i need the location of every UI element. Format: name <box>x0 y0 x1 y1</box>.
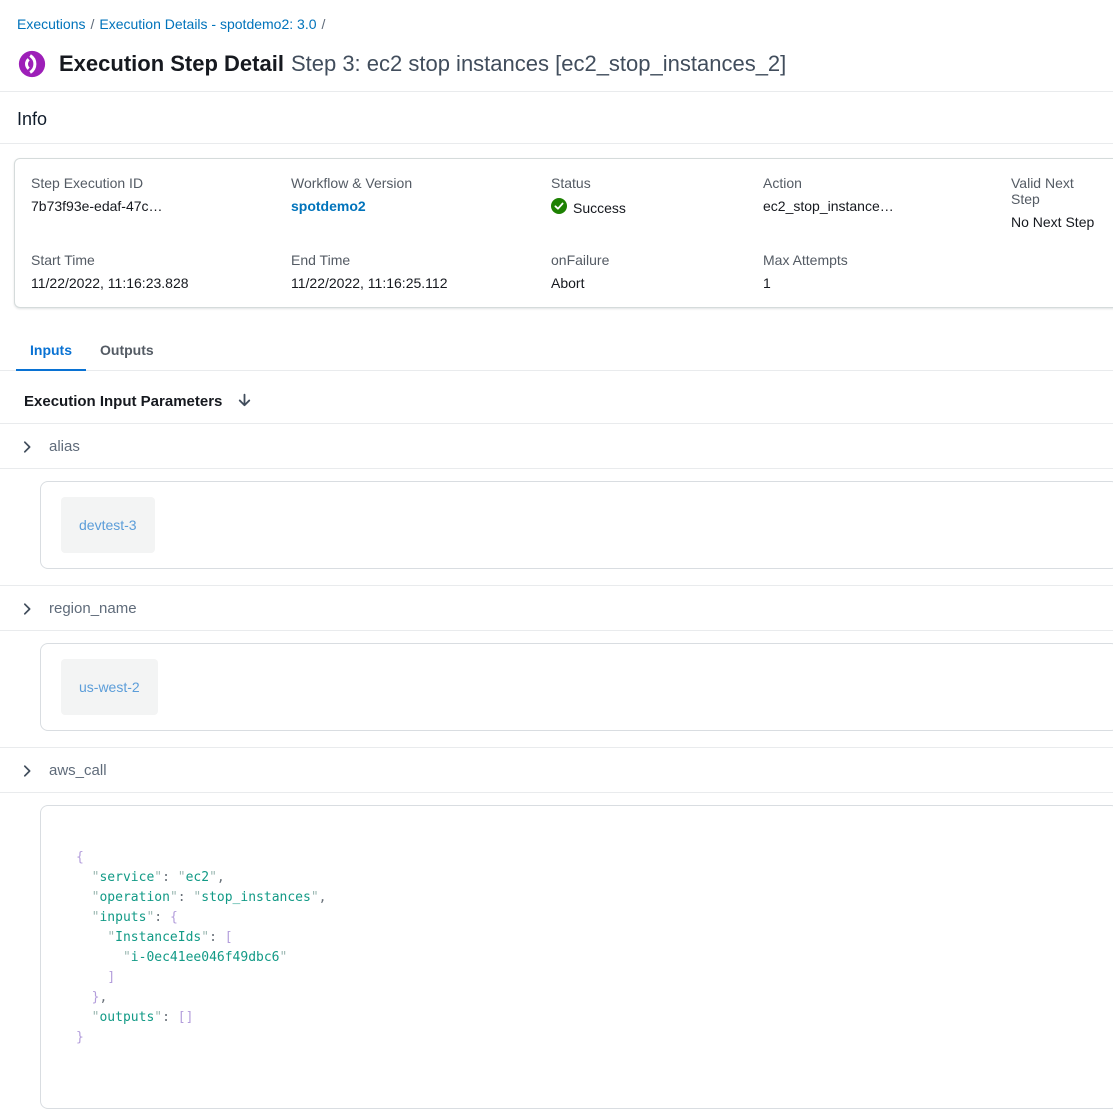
params-title: Execution Input Parameters <box>24 393 222 410</box>
panel-region-name: us-west-2 <box>40 643 1113 731</box>
divider <box>0 143 1113 144</box>
chip-region-value[interactable]: us-west-2 <box>61 659 158 715</box>
breadcrumb-separator: / <box>322 16 326 32</box>
field-label: End Time <box>291 252 551 268</box>
chevron-right-icon <box>20 440 34 454</box>
info-card: Step Execution ID 7b73f93e-edaf-47c… Wor… <box>14 158 1113 308</box>
params-header: Execution Input Parameters <box>0 371 1113 423</box>
expander-label: aws_call <box>49 762 107 779</box>
field-step-execution-id: Step Execution ID 7b73f93e-edaf-47c… <box>31 175 291 230</box>
json-code: { "service": "ec2", "operation": "stop_i… <box>76 848 1098 1048</box>
success-icon <box>551 198 567 217</box>
chevron-right-icon <box>20 602 34 616</box>
app-logo-icon <box>17 49 47 79</box>
field-action: Action ec2_stop_instance… <box>763 175 1011 230</box>
field-value: 11/22/2022, 11:16:25.112 <box>291 275 551 291</box>
download-icon[interactable] <box>236 393 253 410</box>
field-valid-next-step: Valid Next Step No Next Step <box>1011 175 1102 230</box>
divider <box>0 792 1113 793</box>
field-value: 7b73f93e-edaf-47c… <box>31 198 291 214</box>
field-label: Workflow & Version <box>291 175 551 191</box>
field-workflow-version: Workflow & Version spotdemo2 <box>291 175 551 230</box>
field-label: Step Execution ID <box>31 175 291 191</box>
expander-region-name[interactable]: region_name <box>0 586 1113 630</box>
field-label: Valid Next Step <box>1011 175 1102 207</box>
expander-label: region_name <box>49 600 137 617</box>
info-grid: Step Execution ID 7b73f93e-edaf-47c… Wor… <box>31 175 1102 291</box>
divider <box>0 630 1113 631</box>
tab-inputs[interactable]: Inputs <box>16 330 86 371</box>
breadcrumb-separator: / <box>90 16 94 32</box>
field-status: Status Success <box>551 175 763 230</box>
page-header: Execution Step Detail Step 3: ec2 stop in… <box>0 36 1113 91</box>
page-title: Execution Step Detail <box>59 51 284 76</box>
expander-label: alias <box>49 438 80 455</box>
workflow-link[interactable]: spotdemo2 <box>291 198 366 214</box>
field-value: Abort <box>551 275 763 291</box>
field-label: onFailure <box>551 252 763 268</box>
chip-alias-value[interactable]: devtest-3 <box>61 497 155 553</box>
panel-alias: devtest-3 <box>40 481 1113 569</box>
field-max-attempts: Max Attempts 1 <box>763 252 1011 291</box>
expander-aws-call[interactable]: aws_call <box>0 748 1113 792</box>
field-start-time: Start Time 11/22/2022, 11:16:23.828 <box>31 252 291 291</box>
field-value: 1 <box>763 275 1011 291</box>
divider <box>0 468 1113 469</box>
field-label: Max Attempts <box>763 252 1011 268</box>
breadcrumb-link-executions[interactable]: Executions <box>17 16 85 32</box>
panel-aws-call: { "service": "ec2", "operation": "stop_i… <box>40 805 1113 1109</box>
breadcrumb: Executions / Execution Details - spotdemo2… <box>0 0 1113 36</box>
field-label: Status <box>551 175 763 191</box>
field-onfailure: onFailure Abort <box>551 252 763 291</box>
field-value: No Next Step <box>1011 214 1102 230</box>
status-badge: Success <box>551 198 763 217</box>
field-end-time: End Time 11/22/2022, 11:16:25.112 <box>291 252 551 291</box>
field-value: 11/22/2022, 11:16:23.828 <box>31 275 291 291</box>
tabs: Inputs Outputs <box>0 330 1113 371</box>
page-subtitle: Step 3: ec2 stop instances [ec2_stop_ins… <box>291 51 786 76</box>
info-heading: Info <box>0 92 1113 143</box>
status-text: Success <box>573 200 626 216</box>
breadcrumb-link-execution-details[interactable]: Execution Details - spotdemo2: 3.0 <box>99 16 316 32</box>
field-value: ec2_stop_instance… <box>763 198 1011 214</box>
field-label: Start Time <box>31 252 291 268</box>
expander-alias[interactable]: alias <box>0 424 1113 468</box>
tab-outputs[interactable]: Outputs <box>86 330 168 371</box>
chevron-right-icon <box>20 764 34 778</box>
field-empty <box>1011 252 1102 291</box>
field-label: Action <box>763 175 1011 191</box>
